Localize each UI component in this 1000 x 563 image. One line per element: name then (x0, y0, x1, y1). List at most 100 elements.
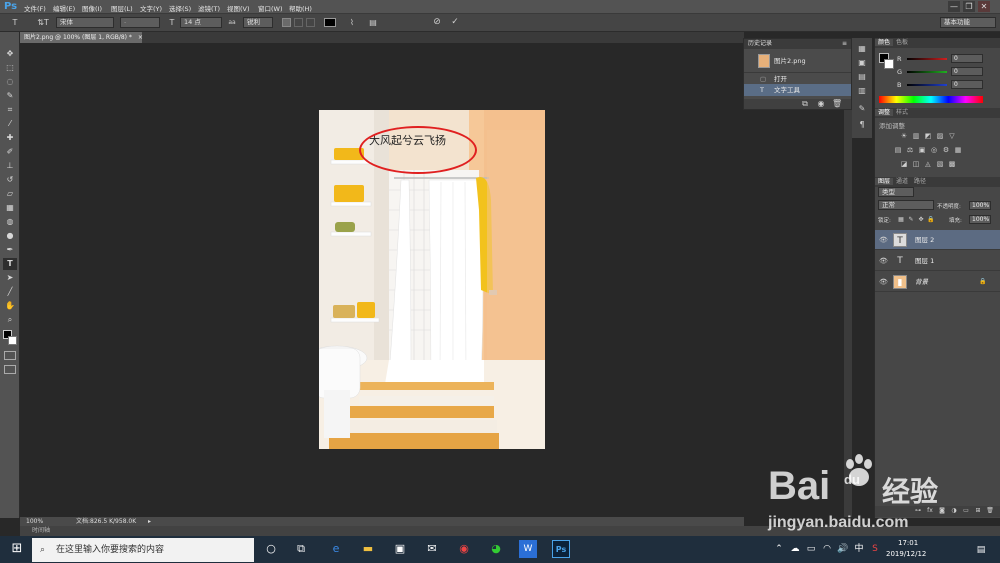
blend-mode-select[interactable]: 正常 (878, 200, 934, 210)
layer-visibility-eye-icon[interactable]: 👁 (879, 251, 888, 271)
quick-select-tool-icon[interactable]: ✎ (3, 90, 17, 102)
line-tool-icon[interactable]: ╱ (3, 286, 17, 298)
channel-b-slider[interactable] (907, 84, 947, 86)
menu-type[interactable]: 文字(Y) (140, 3, 162, 13)
channel-b-value[interactable]: 0 (951, 80, 983, 89)
path-select-tool-icon[interactable]: ➤ (3, 272, 17, 284)
close-button[interactable]: ✕ (978, 1, 990, 12)
menu-file[interactable]: 文件(F) (24, 3, 46, 13)
type-tool-icon[interactable]: T (3, 258, 17, 270)
wifi-icon[interactable]: ◠ (820, 540, 834, 558)
font-size-select[interactable]: 14 点 (180, 17, 222, 28)
channel-r-slider[interactable] (907, 58, 947, 60)
menu-view[interactable]: 视图(V) (227, 3, 250, 13)
menu-layer[interactable]: 图层(L) (111, 3, 133, 13)
threshold-icon[interactable]: ◬ (923, 159, 933, 169)
delete-state-icon[interactable]: 🗑 (832, 99, 842, 109)
selective-color-icon[interactable]: ▧ (935, 159, 945, 169)
layer-visibility-eye-icon[interactable]: 👁 (879, 230, 888, 250)
text-color-swatch[interactable] (324, 18, 336, 27)
align-right-button[interactable] (306, 18, 315, 27)
restore-button[interactable]: ❐ (963, 1, 975, 12)
layer-row-layer-2[interactable]: 👁 T 图层 2 (875, 230, 1000, 250)
channel-g-value[interactable]: 0 (951, 67, 983, 76)
lock-pixels-icon[interactable]: ✎ (907, 215, 915, 225)
color-bg-swatch[interactable] (884, 59, 894, 69)
history-snapshot[interactable]: 图片2.png (744, 51, 851, 71)
menu-edit[interactable]: 编辑(E) (53, 3, 75, 13)
channel-g-slider[interactable] (907, 71, 947, 73)
tab-layers[interactable]: 图层 (875, 178, 894, 185)
exposure-icon[interactable]: ▨ (935, 131, 945, 141)
opacity-value[interactable]: 100% (969, 201, 991, 210)
move-tool-icon[interactable]: ✥ (3, 48, 17, 60)
battery-icon[interactable]: ▭ (804, 540, 818, 558)
layer-visibility-eye-icon[interactable]: 👁 (879, 272, 888, 292)
history-tab[interactable]: 历史记录 (748, 40, 772, 47)
new-group-icon[interactable]: ▭ (961, 506, 971, 516)
menu-image[interactable]: 图像(I) (82, 3, 102, 13)
warp-text-icon[interactable]: ⌇ (346, 18, 358, 28)
volume-icon[interactable]: 🔊 (836, 540, 850, 558)
paragraph-panel-icon[interactable]: ¶ (857, 120, 867, 130)
dodge-tool-icon[interactable]: ● (3, 230, 17, 242)
minimize-button[interactable]: — (948, 1, 960, 12)
zoom-level[interactable]: 100% (26, 517, 43, 526)
lock-position-icon[interactable]: ✥ (917, 215, 925, 225)
color-balance-icon[interactable]: ⚖ (905, 145, 915, 155)
commit-edit-icon[interactable]: ✓ (449, 17, 461, 27)
align-left-button[interactable] (282, 18, 291, 27)
font-family-select[interactable]: 宋体 (56, 17, 114, 28)
cancel-edit-icon[interactable]: ⊘ (431, 17, 443, 27)
canvas-vertical-scrollbar[interactable] (844, 43, 852, 517)
info-panel-icon[interactable]: ▣ (857, 58, 867, 68)
photoshop-icon[interactable]: Ps (552, 540, 570, 558)
gradient-map-icon[interactable]: ▽ (947, 131, 957, 141)
black-white-icon[interactable]: ▣ (917, 145, 927, 155)
history-brush-tool-icon[interactable]: ↺ (3, 174, 17, 186)
quick-mask-button[interactable] (4, 351, 16, 360)
zoom-tool-icon[interactable]: ⌕ (3, 314, 17, 326)
edge-icon[interactable]: e (327, 540, 345, 558)
channel-mixer-icon[interactable]: ⚙ (941, 145, 951, 155)
layer-style-icon[interactable]: fx (925, 506, 935, 516)
cortana-icon[interactable]: ○ (262, 540, 280, 558)
brightness-icon[interactable]: ☀ (899, 131, 909, 141)
marquee-tool-icon[interactable]: ⬚ (3, 62, 17, 74)
new-document-from-state-icon[interactable]: ⧉ (800, 99, 810, 109)
app-tray-icon[interactable]: S (868, 540, 882, 558)
task-view-icon[interactable]: ⧉ (292, 540, 310, 558)
file-explorer-icon[interactable]: ▬ (359, 540, 377, 558)
history-item-type-tool[interactable]: T 文字工具 (744, 84, 851, 96)
workspace-select[interactable]: 基本功能 (940, 17, 996, 28)
brush-tool-icon[interactable]: ✐ (3, 146, 17, 158)
mail-icon[interactable]: ✉ (423, 540, 441, 558)
app-w-icon[interactable]: W (519, 540, 537, 558)
add-mask-icon[interactable]: ◙ (937, 506, 947, 516)
hand-tool-icon[interactable]: ✋ (3, 300, 17, 312)
channel-r-value[interactable]: 0 (951, 54, 983, 63)
tab-channels[interactable]: 通道 (893, 178, 911, 185)
layer-kind-filter[interactable]: 类型 (878, 187, 914, 197)
ime-icon[interactable]: 中 (852, 540, 866, 558)
color-spectrum-bar[interactable] (879, 96, 983, 103)
document-tab[interactable]: 图片2.png @ 100% (图层 1, RGB/8) * × (20, 32, 143, 43)
fill-value[interactable]: 100% (969, 215, 991, 224)
color-lookup-icon[interactable]: ▦ (953, 145, 963, 155)
properties-panel-icon[interactable]: ▥ (857, 86, 867, 96)
tab-styles[interactable]: 样式 (893, 109, 911, 116)
photo-filter-icon[interactable]: ◎ (929, 145, 939, 155)
start-button-icon[interactable]: ⊞ (8, 540, 26, 558)
menu-help[interactable]: 帮助(H) (289, 3, 312, 13)
pen-tool-icon[interactable]: ✒ (3, 244, 17, 256)
lasso-tool-icon[interactable]: ◌ (3, 76, 17, 88)
levels-icon[interactable]: ▥ (911, 131, 921, 141)
stamp-tool-icon[interactable]: ⊥ (3, 160, 17, 172)
font-style-select[interactable]: - (120, 17, 160, 28)
layer-name[interactable]: 图层 1 (915, 251, 934, 271)
screen-mode-button[interactable] (4, 365, 16, 374)
wechat-icon[interactable]: ◕ (487, 540, 505, 558)
background-color-swatch[interactable] (8, 336, 17, 345)
adjustment-layer-icon[interactable]: ◑ (949, 506, 959, 516)
history-item-open[interactable]: ▢ 打开 (744, 72, 851, 84)
